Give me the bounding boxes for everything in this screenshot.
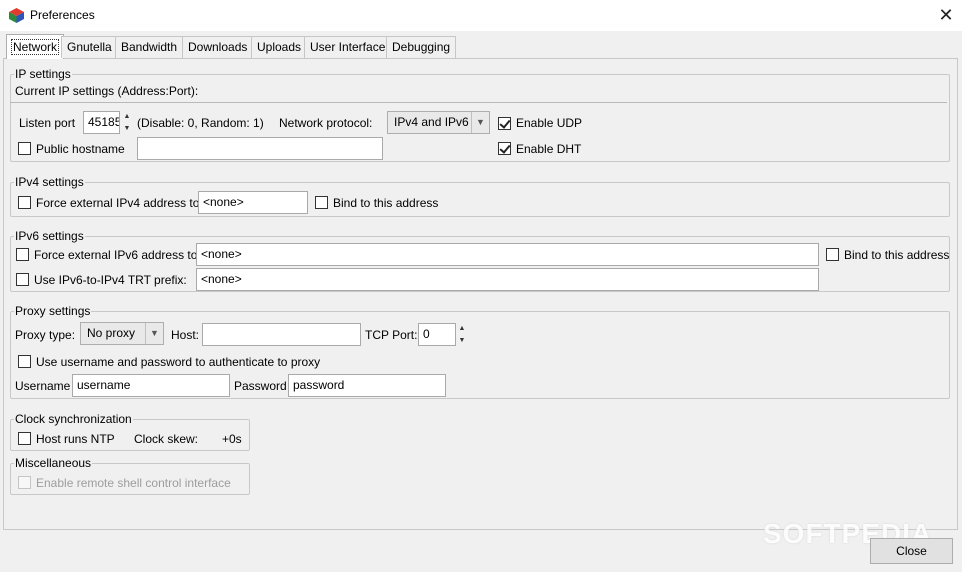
listen-port-input[interactable]: 45185 <box>83 111 120 134</box>
password-label: Password <box>234 379 287 393</box>
listen-port-spinner[interactable]: ▲ ▼ <box>121 111 133 134</box>
tab-network[interactable]: Network <box>6 34 65 59</box>
enable-dht-label: Enable DHT <box>516 142 582 156</box>
tab-downloads[interactable]: Downloads <box>182 36 254 58</box>
ip-settings-legend: IP settings <box>14 66 72 82</box>
title-bar <box>0 0 962 31</box>
proxy-settings-legend: Proxy settings <box>14 303 92 319</box>
spin-down-icon[interactable]: ▼ <box>121 123 133 134</box>
host-ntp-checkbox[interactable] <box>18 432 31 445</box>
remote-shell-label: Enable remote shell control interface <box>36 476 231 490</box>
app-icon <box>9 8 24 23</box>
spin-up-icon[interactable]: ▲ <box>121 111 133 122</box>
force-ipv6-label: Force external IPv6 address to <box>34 248 198 262</box>
enable-udp-checkbox[interactable] <box>498 117 511 130</box>
force-ipv6-checkbox[interactable] <box>16 248 29 261</box>
remote-shell-checkbox[interactable] <box>18 476 31 489</box>
chevron-down-icon[interactable]: ▼ <box>471 112 489 133</box>
bind-ipv4-checkbox[interactable] <box>315 196 328 209</box>
enable-udp-label: Enable UDP <box>516 116 583 130</box>
close-icon[interactable]: ✕ <box>934 3 958 27</box>
network-protocol-select[interactable]: IPv4 and IPv6 ▼ <box>387 111 490 134</box>
tab-gnutella[interactable]: Gnutella <box>61 36 118 58</box>
trt-prefix-checkbox[interactable] <box>16 273 29 286</box>
force-ipv4-label: Force external IPv4 address to <box>36 196 200 210</box>
trt-prefix-label: Use IPv6-to-IPv4 TRT prefix: <box>34 273 187 287</box>
proxy-auth-checkbox[interactable] <box>18 355 31 368</box>
proxy-port-input[interactable]: 0 <box>418 323 456 346</box>
force-ipv4-checkbox[interactable] <box>18 196 31 209</box>
tab-bandwidth[interactable]: Bandwidth <box>115 36 184 58</box>
clock-legend: Clock synchronization <box>14 411 133 427</box>
clock-skew-value: +0s <box>222 432 242 446</box>
tab-debugging[interactable]: Debugging <box>386 36 457 58</box>
bind-ipv6-label: Bind to this address <box>844 248 950 262</box>
public-hostname-input[interactable] <box>137 137 383 160</box>
tab-user-interface[interactable]: User Interface <box>304 36 392 58</box>
separator <box>10 102 947 103</box>
port-hint: (Disable: 0, Random: 1) <box>137 116 264 130</box>
proxy-type-value: No proxy <box>87 326 136 340</box>
public-hostname-label: Public hostname <box>36 142 125 156</box>
ipv6-address-input[interactable]: <none> <box>196 243 819 266</box>
clock-skew-label: Clock skew: <box>134 432 199 446</box>
spin-down-icon[interactable]: ▼ <box>456 335 468 346</box>
window-title: Preferences <box>30 8 95 22</box>
host-label: Host: <box>171 328 200 342</box>
password-input[interactable]: password <box>288 374 446 397</box>
current-ip-label: Current IP settings (Address:Port): <box>15 84 199 98</box>
enable-dht-checkbox[interactable] <box>498 142 511 155</box>
proxy-port-spinner[interactable]: ▲ ▼ <box>456 323 468 346</box>
proxy-type-label: Proxy type: <box>15 328 76 342</box>
username-input[interactable]: username <box>72 374 230 397</box>
host-ntp-label: Host runs NTP <box>36 432 115 446</box>
bind-ipv6-checkbox[interactable] <box>826 248 839 261</box>
listen-port-label: Listen port <box>19 116 76 130</box>
misc-legend: Miscellaneous <box>14 455 93 471</box>
ipv4-settings-legend: IPv4 settings <box>14 174 85 190</box>
tab-uploads[interactable]: Uploads <box>251 36 308 58</box>
public-hostname-checkbox[interactable] <box>18 142 31 155</box>
proxy-auth-label: Use username and password to authenticat… <box>36 355 321 369</box>
proxy-host-input[interactable] <box>202 323 361 346</box>
trt-prefix-input[interactable]: <none> <box>196 268 819 291</box>
proxy-type-select[interactable]: No proxy ▼ <box>80 322 164 345</box>
bind-ipv4-label: Bind to this address <box>333 196 439 210</box>
network-protocol-value: IPv4 and IPv6 <box>394 115 469 129</box>
username-label: Username <box>15 379 71 393</box>
network-protocol-label: Network protocol: <box>279 116 373 130</box>
ipv4-address-input[interactable]: <none> <box>198 191 308 214</box>
close-button[interactable]: Close <box>870 538 953 564</box>
spin-up-icon[interactable]: ▲ <box>456 323 468 334</box>
ipv6-settings-legend: IPv6 settings <box>14 228 85 244</box>
chevron-down-icon[interactable]: ▼ <box>145 323 163 344</box>
tcp-port-label: TCP Port: <box>365 328 418 342</box>
